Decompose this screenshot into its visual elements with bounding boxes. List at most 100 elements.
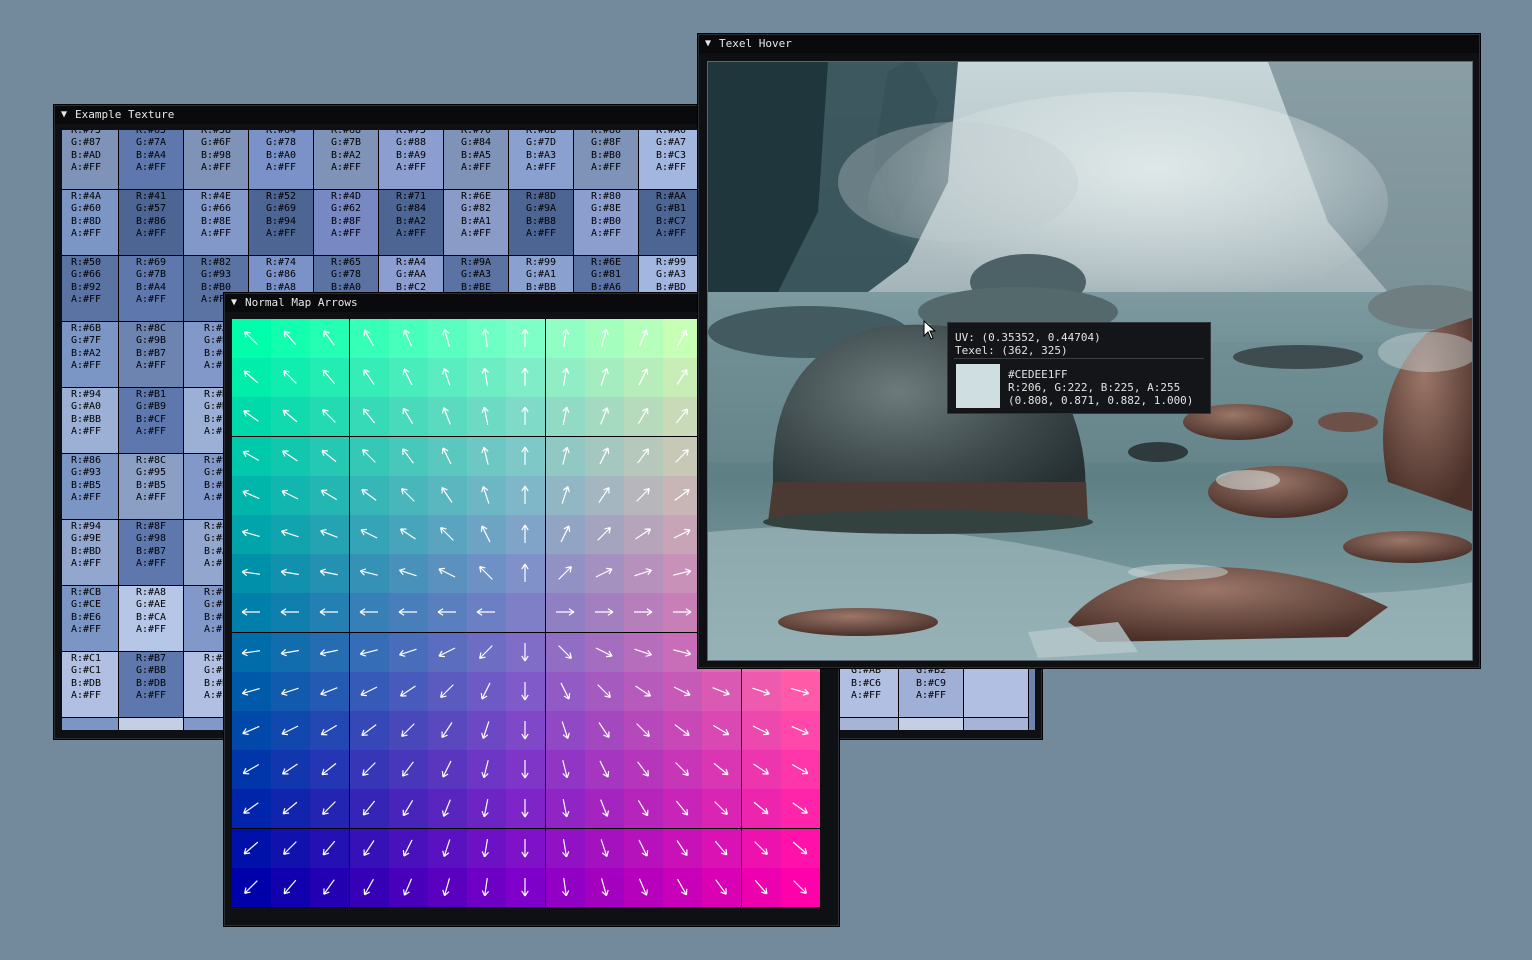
arrow-icon	[442, 368, 451, 386]
normal-arrow-cell	[506, 397, 547, 438]
arrow-icon	[281, 687, 299, 696]
arrow-icon	[599, 760, 610, 778]
window-title: Texel Hover	[719, 37, 792, 50]
normal-arrow-cell	[428, 436, 468, 477]
normal-arrow-cell	[310, 319, 351, 359]
texel-cell: R:#64 G:#78 B:#A0 A:#FF	[249, 130, 314, 190]
arrow-icon	[598, 722, 610, 739]
arrow-icon	[283, 330, 297, 346]
normal-arrow-cell	[232, 593, 272, 634]
arrow-icon	[594, 608, 614, 617]
normal-arrow-cell	[388, 475, 429, 516]
arrow-icon	[360, 686, 377, 697]
normal-arrow-cell	[467, 397, 508, 438]
normal-arrow-cell	[584, 358, 625, 399]
arrow-icon	[792, 841, 808, 855]
normal-arrow-cell	[349, 750, 390, 791]
arrow-icon	[595, 647, 613, 657]
collapse-triangle-icon[interactable]: ▼	[705, 35, 711, 53]
arrow-icon	[363, 369, 375, 386]
normal-arrow-cell	[428, 593, 468, 634]
arrow-icon	[637, 761, 649, 777]
arrow-icon	[438, 647, 456, 657]
normal-arrow-cell	[467, 593, 508, 634]
arrow-icon	[401, 761, 414, 777]
normal-arrow-cell	[271, 358, 312, 399]
arrow-icon	[321, 724, 338, 736]
normal-arrow-cell	[467, 436, 508, 477]
normal-arrow-cell	[428, 750, 468, 791]
normal-arrow-cell	[624, 515, 664, 555]
normal-arrow-cell	[545, 515, 586, 555]
normal-arrow-cell	[388, 358, 429, 399]
arrow-icon	[281, 529, 299, 538]
arrow-icon	[282, 763, 299, 775]
arrow-icon	[675, 448, 690, 463]
normal-arrow-cell	[271, 711, 312, 751]
normal-arrow-cell	[349, 436, 390, 477]
collapse-triangle-icon[interactable]: ▼	[231, 294, 237, 312]
normal-arrow-cell	[702, 789, 743, 830]
normal-arrow-cell	[506, 475, 547, 516]
texel-hover-titlebar[interactable]: ▼ Texel Hover	[699, 35, 1479, 53]
texel-cell	[62, 718, 119, 730]
arrow-icon	[561, 328, 569, 347]
normal-arrow-cell	[310, 475, 351, 516]
texel-cell: R:#41 G:#57 B:#86 A:#FF	[119, 190, 184, 256]
arrow-icon	[521, 407, 530, 426]
normal-arrow-cell	[232, 319, 272, 359]
arrow-icon	[322, 409, 337, 424]
texel-cell: R:#4E G:#66 B:#8E A:#FF	[184, 190, 249, 256]
arrow-icon	[320, 528, 338, 538]
window-title: Normal Map Arrows	[245, 296, 358, 309]
arrow-icon	[320, 608, 339, 617]
texel-cell: R:#4D G:#62 B:#8F A:#FF	[314, 190, 379, 256]
normal-arrow-cell	[428, 554, 468, 595]
arrow-icon	[637, 408, 649, 425]
texel-cell: R:#80 G:#8F B:#B0 A:#FF	[574, 130, 639, 190]
arrow-icon	[242, 725, 260, 736]
arrow-icon	[441, 799, 451, 818]
normal-arrow-cell	[624, 828, 664, 869]
arrow-icon	[638, 368, 649, 386]
arrow-icon	[560, 682, 570, 700]
normal-arrow-cell	[232, 867, 272, 908]
arrow-icon	[521, 563, 530, 583]
arrow-icon	[360, 528, 377, 539]
arrow-icon	[715, 879, 728, 895]
texel-cell: R:#50 G:#66 B:#92 A:#FF	[62, 256, 119, 322]
arrow-icon	[361, 448, 376, 463]
arrow-icon	[441, 722, 453, 739]
arrow-icon	[636, 723, 650, 737]
normal-arrow-cell	[506, 828, 547, 869]
arrow-icon	[481, 760, 489, 779]
normal-arrow-cell	[232, 515, 272, 555]
texel-cell: R:#65 G:#7A B:#A4 A:#FF	[119, 130, 184, 190]
normal-arrow-cell	[741, 789, 782, 830]
normal-arrow-cell	[663, 828, 704, 869]
normal-arrow-cell	[428, 397, 468, 438]
arrow-icon	[676, 839, 688, 856]
arrow-icon	[479, 566, 493, 580]
arrow-icon	[751, 687, 770, 696]
normal-arrow-cell	[780, 671, 821, 712]
normal-arrow-cell	[545, 632, 586, 673]
normal-arrow-cell	[271, 475, 312, 516]
arrow-icon	[401, 447, 414, 464]
normal-arrow-cell	[271, 515, 312, 555]
texel-cell	[964, 718, 1029, 730]
normal-arrow-cell	[310, 632, 351, 673]
arrow-icon	[521, 446, 530, 465]
normal-arrow-cell	[232, 397, 272, 438]
normal-arrow-cell	[545, 436, 586, 477]
normal-arrow-cell	[310, 593, 351, 634]
hex-value: #CEDEE1FF	[1008, 368, 1068, 381]
arrow-icon	[241, 648, 260, 656]
texel-cell: R:#8D G:#9A B:#B8 A:#FF	[509, 190, 574, 256]
normal-arrow-cell	[232, 475, 272, 516]
arrow-icon	[282, 450, 299, 462]
normal-arrow-cell	[663, 671, 704, 712]
collapse-triangle-icon[interactable]: ▼	[61, 106, 67, 124]
normal-arrow-cell	[232, 671, 272, 712]
normal-arrow-cell	[349, 515, 390, 555]
